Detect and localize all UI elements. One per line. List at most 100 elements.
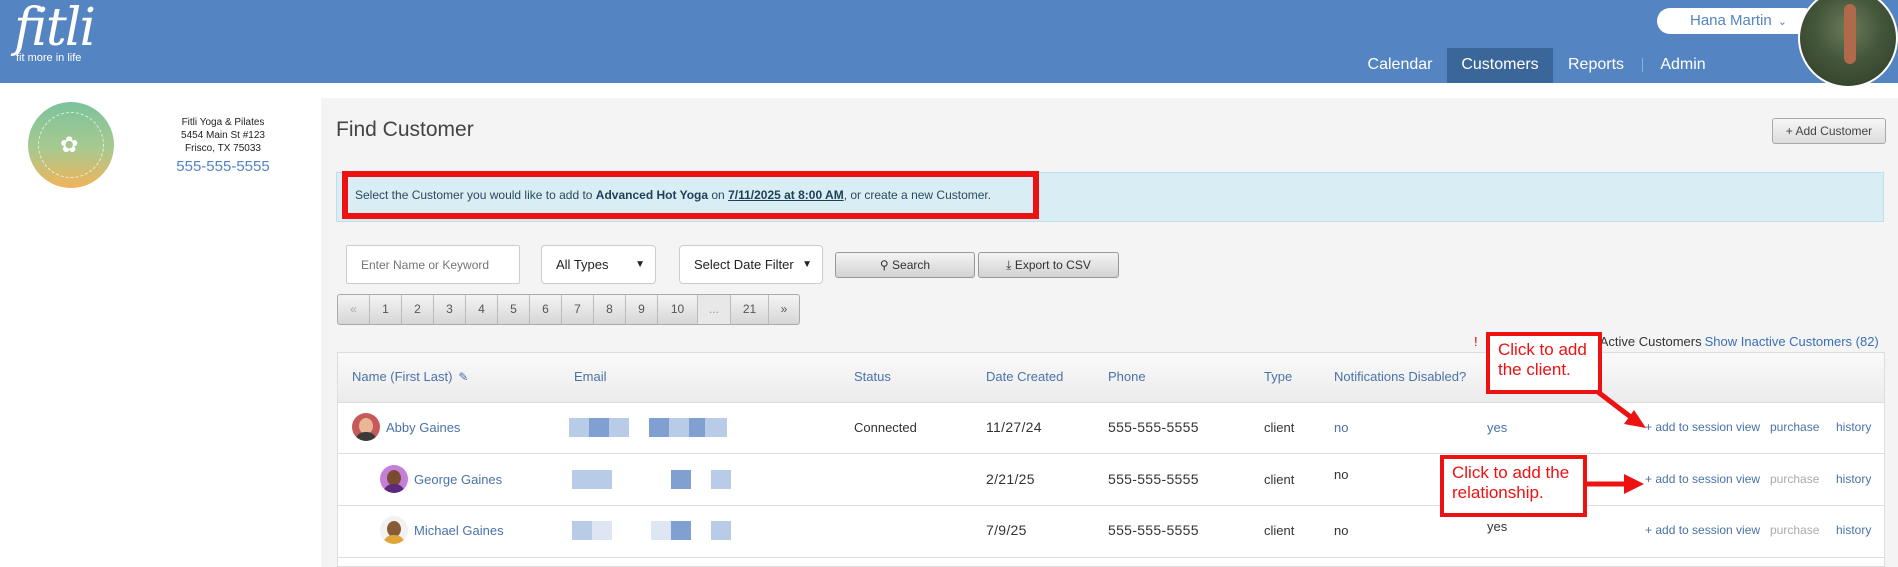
type-select-value: All Types: [556, 257, 609, 272]
callout-add-client-line2: the client.: [1498, 360, 1571, 379]
meditation-icon: ✿: [60, 132, 79, 157]
table-row: Abby Gaines Connected 11/27/24 555-555-5…: [338, 403, 1884, 454]
callout-add-relationship: Click to add the relationship.: [1440, 455, 1587, 517]
chevron-down-icon: ⌄: [1777, 16, 1787, 28]
extra-value[interactable]: yes: [1487, 420, 1507, 435]
customer-name-link[interactable]: George Gaines: [414, 472, 502, 487]
status-text: Connected: [854, 420, 917, 435]
customer-name-link[interactable]: Michael Gaines: [414, 523, 504, 538]
fitli-logo[interactable]: fitli fit more in life: [14, 0, 96, 64]
customer-name-link[interactable]: Abby Gaines: [386, 420, 460, 435]
pagination: « 1 2 3 4 5 6 7 8 9 10 ... 21 »: [337, 294, 800, 325]
customer-type: client: [1264, 523, 1295, 538]
nav-reports[interactable]: Reports: [1560, 48, 1632, 83]
col-name-label: Name (First Last): [352, 369, 453, 384]
page-8[interactable]: 8: [594, 295, 626, 324]
page-4[interactable]: 4: [466, 295, 498, 324]
user-menu[interactable]: Hana Martin ⌄: [1657, 8, 1817, 34]
col-status[interactable]: Status: [854, 369, 891, 384]
page-7[interactable]: 7: [562, 295, 594, 324]
active-count: 1 Active Customers: [1589, 334, 1702, 349]
search-button[interactable]: ⚲ Search: [835, 252, 975, 278]
show-inactive-link[interactable]: Show Inactive Customers (82): [1705, 334, 1879, 349]
col-email[interactable]: Email: [574, 369, 607, 384]
date-select-value: Select Date Filter: [694, 257, 794, 272]
date-created: 11/27/24: [986, 419, 1042, 435]
search-button-label: Search: [892, 258, 931, 272]
redacted-email: [711, 521, 731, 540]
date-filter-select[interactable]: Select Date Filter ▼: [679, 245, 823, 284]
redacted-email: [651, 521, 671, 540]
notifications-value: no: [1334, 523, 1349, 538]
type-select[interactable]: All Types ▼: [541, 245, 656, 284]
purchase-link[interactable]: purchase: [1770, 420, 1819, 434]
annotation-highlight-box: [342, 171, 1039, 219]
date-created: 7/9/25: [986, 522, 1027, 538]
export-csv-button[interactable]: ⤓ Export to CSV: [978, 252, 1119, 278]
page-3[interactable]: 3: [434, 295, 466, 324]
history-link[interactable]: history: [1836, 472, 1871, 486]
col-date-created[interactable]: Date Created: [986, 369, 1063, 384]
customer-type: client: [1264, 472, 1295, 487]
purchase-link-disabled: purchase: [1770, 523, 1820, 537]
nav-calendar[interactable]: Calendar: [1354, 48, 1446, 83]
add-to-session-link[interactable]: + add to session view: [1645, 472, 1760, 486]
redacted-email: [689, 418, 705, 437]
page-9[interactable]: 9: [626, 295, 658, 324]
add-to-session-link[interactable]: + add to session view: [1645, 420, 1760, 434]
redacted-email: [671, 470, 691, 489]
nav-customers[interactable]: Customers: [1447, 48, 1553, 83]
phone-number: 555-555-5555: [1108, 419, 1199, 435]
col-type[interactable]: Type: [1264, 369, 1292, 384]
history-link[interactable]: history: [1836, 420, 1871, 434]
add-customer-button[interactable]: + Add Customer: [1772, 118, 1886, 144]
history-link[interactable]: history: [1836, 523, 1871, 537]
col-phone[interactable]: Phone: [1108, 369, 1146, 384]
col-name[interactable]: Name (First Last) ✎: [352, 369, 468, 384]
customer-avatar: [352, 413, 380, 441]
add-to-session-link[interactable]: + add to session view: [1645, 523, 1760, 537]
page-next[interactable]: »: [769, 295, 799, 324]
redacted-email: [711, 470, 731, 489]
phone-number: 555-555-5555: [1108, 522, 1199, 538]
business-phone[interactable]: 555-555-5555: [150, 158, 296, 176]
redacted-email: [609, 418, 629, 437]
user-name: Hana Martin: [1690, 12, 1772, 29]
extra-value: yes: [1487, 519, 1508, 534]
redacted-email: [649, 418, 669, 437]
chevron-down-icon: ▼: [635, 259, 645, 270]
business-info: Fitli Yoga & Pilates 5454 Main St #123 F…: [150, 116, 296, 176]
user-avatar[interactable]: [1798, 0, 1898, 88]
top-header: fitli fit more in life Hana Martin ⌄ Cale…: [0, 0, 1898, 88]
redacted-email: [592, 521, 612, 540]
business-address-1: 5454 Main St #123: [181, 130, 265, 141]
redacted-email: [569, 418, 589, 437]
callout-add-client-line1: Click to add: [1498, 340, 1587, 359]
page-5[interactable]: 5: [498, 295, 530, 324]
search-icon: ⚲: [879, 258, 889, 272]
redacted-email: [572, 521, 592, 540]
avatar-figure: [1844, 4, 1856, 64]
phone-number: 555-555-5555: [1108, 471, 1199, 487]
redacted-email: [705, 418, 727, 437]
logo-text: fitli: [14, 0, 96, 58]
date-created: 2/21/25: [986, 471, 1035, 487]
avatar-body: [383, 484, 405, 493]
business-logo: ✿: [28, 102, 114, 188]
page-1[interactable]: 1: [370, 295, 402, 324]
nav-admin[interactable]: Admin: [1652, 48, 1714, 83]
avatar-body: [383, 535, 405, 544]
warning-icon: !: [1474, 334, 1478, 349]
search-input[interactable]: [346, 245, 520, 284]
business-name: Fitli Yoga & Pilates: [181, 117, 265, 128]
col-notifications[interactable]: Notifications Disabled?: [1334, 369, 1466, 384]
page-10[interactable]: 10: [658, 295, 698, 324]
page-6[interactable]: 6: [530, 295, 562, 324]
notifications-value[interactable]: no: [1334, 420, 1348, 435]
page-2[interactable]: 2: [402, 295, 434, 324]
redacted-email: [669, 418, 689, 437]
pencil-icon[interactable]: ✎: [458, 370, 468, 384]
page-21[interactable]: 21: [731, 295, 769, 324]
download-icon: ⤓: [1006, 258, 1012, 272]
page-prev[interactable]: «: [338, 295, 370, 324]
